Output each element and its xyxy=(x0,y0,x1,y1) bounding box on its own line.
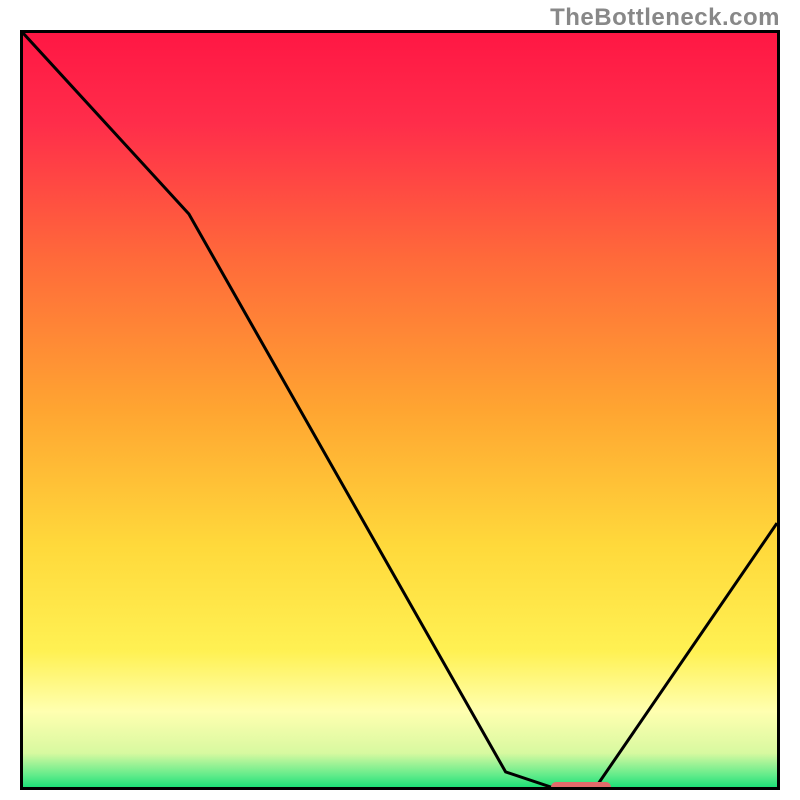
bottleneck-curve xyxy=(23,33,777,787)
chart-frame xyxy=(20,30,780,790)
optimal-range-marker xyxy=(551,782,611,790)
watermark-text: TheBottleneck.com xyxy=(550,4,780,32)
